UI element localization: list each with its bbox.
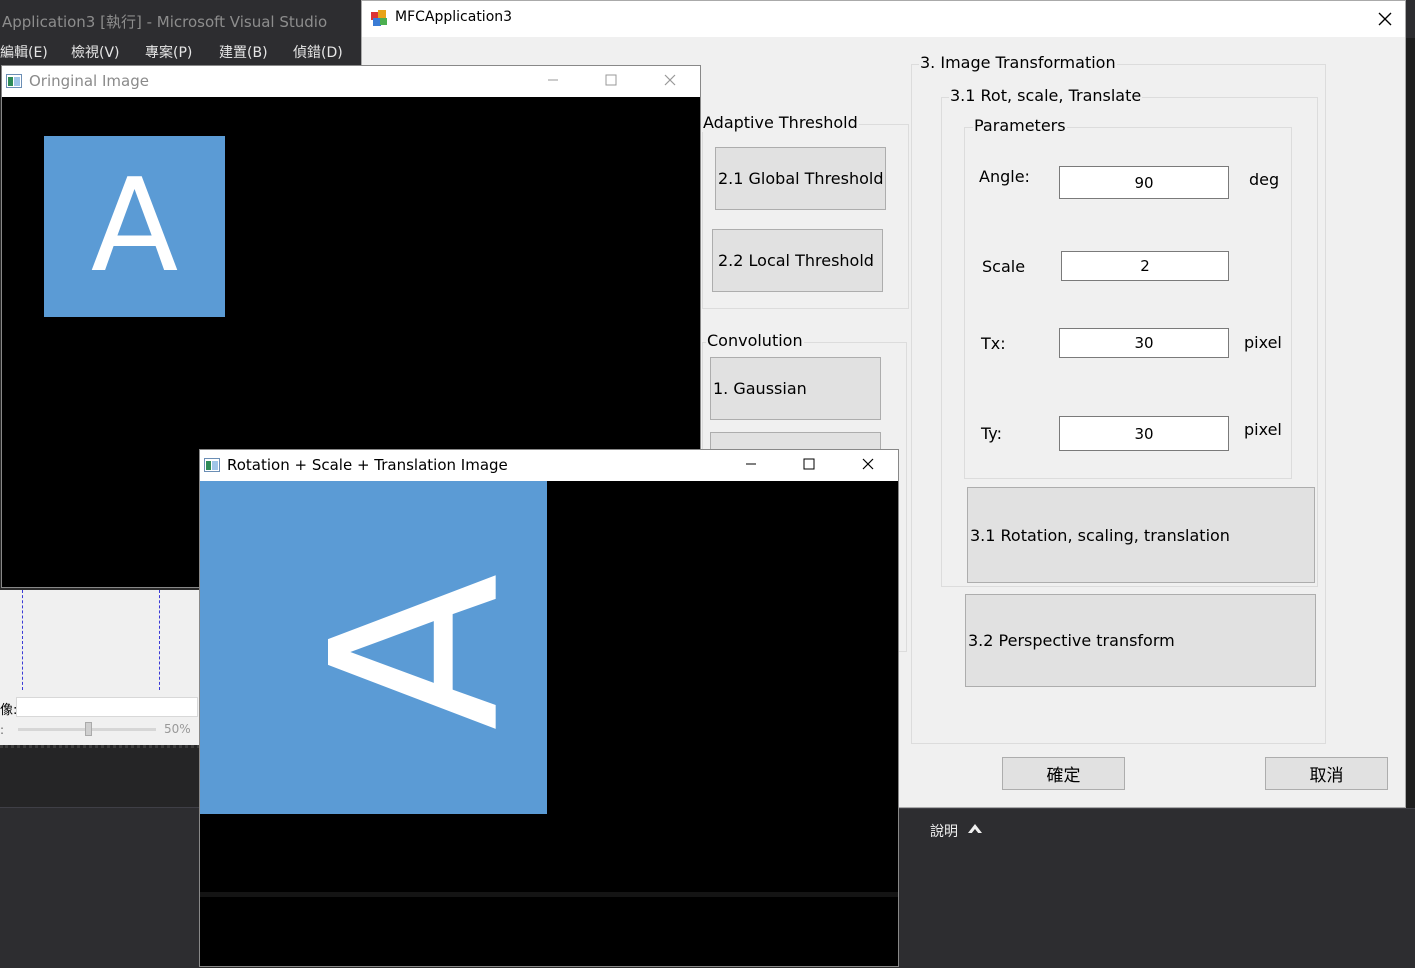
rotated-glyph-holder: A	[200, 481, 548, 814]
menu-view[interactable]: 檢視(V)	[71, 42, 120, 62]
local-threshold-button[interactable]: 2.2 Local Threshold	[712, 229, 883, 292]
ty-input[interactable]: 30	[1059, 416, 1229, 451]
ty-unit: pixel	[1244, 420, 1282, 439]
angle-unit: deg	[1249, 170, 1280, 189]
minimize-icon[interactable]	[538, 67, 568, 93]
menu-project[interactable]: 專案(P)	[145, 42, 192, 62]
angle-label: Angle:	[979, 167, 1030, 186]
help-tab[interactable]: 說明	[930, 821, 958, 841]
guide-line	[22, 590, 23, 690]
zoom-value: 50%	[164, 722, 191, 736]
vs-right-edge	[1406, 38, 1415, 808]
property-field[interactable]	[16, 697, 198, 717]
image-divider	[200, 892, 898, 897]
adaptive-threshold-caption: Adaptive Threshold	[702, 113, 859, 132]
original-image: A	[44, 136, 225, 317]
rst-window-title: Rotation + Scale + Translation Image	[227, 456, 508, 474]
property-label: 像:	[0, 703, 18, 718]
zoom-slider-thumb[interactable]	[85, 722, 92, 736]
tx-label: Tx:	[981, 334, 1006, 353]
close-icon[interactable]	[655, 67, 685, 93]
parameters-caption: Parameters	[973, 116, 1067, 135]
scale-input[interactable]: 2	[1061, 251, 1229, 281]
zoom-label: :	[0, 723, 5, 737]
tx-input[interactable]: 30	[1059, 328, 1229, 358]
image-transformation-caption: 3. Image Transformation	[919, 53, 1117, 72]
dialog-titlebar[interactable]	[362, 1, 1405, 37]
global-threshold-button[interactable]: 2.1 Global Threshold	[715, 147, 886, 210]
rst-image: A	[200, 481, 547, 814]
perspective-transform-button[interactable]: 3.2 Perspective transform	[965, 594, 1316, 687]
maximize-icon[interactable]	[596, 67, 626, 93]
ty-label: Ty:	[981, 424, 1002, 443]
menu-build[interactable]: 建置(B)	[219, 42, 268, 62]
tx-unit: pixel	[1244, 333, 1282, 352]
close-icon[interactable]	[1370, 6, 1400, 32]
dialog-title: MFCApplication3	[395, 9, 513, 25]
rotation-scaling-translation-button[interactable]: 3.1 Rotation, scaling, translation	[967, 487, 1315, 583]
menu-debug[interactable]: 偵錯(D)	[293, 42, 343, 62]
gaussian-button[interactable]: 1. Gaussian	[710, 357, 881, 420]
rotated-letter-a-glyph: A	[283, 572, 548, 731]
guide-line	[159, 590, 160, 690]
scale-label: Scale	[982, 257, 1026, 276]
original-window-title: Oringinal Image	[29, 72, 149, 90]
minimize-icon[interactable]	[736, 451, 766, 477]
window-icon	[6, 74, 22, 88]
mfc-app-icon	[371, 10, 387, 26]
ok-button[interactable]: 確定	[1002, 757, 1125, 790]
rot-scale-translate-caption: 3.1 Rot, scale, Translate	[949, 86, 1143, 105]
vs-bottom-panel	[0, 807, 200, 968]
letter-a-glyph: A	[90, 151, 179, 301]
cancel-button[interactable]: 取消	[1265, 757, 1388, 790]
close-icon[interactable]	[853, 451, 883, 477]
chevron-up-icon-inner	[971, 829, 979, 834]
angle-input[interactable]: 90	[1059, 166, 1229, 199]
menu-edit[interactable]: 編輯(E)	[0, 42, 48, 62]
window-icon	[204, 458, 220, 472]
vs-window-title: Application3 [執行] - Microsoft Visual Stu…	[2, 13, 328, 31]
vs-panel-splitter[interactable]	[0, 745, 200, 807]
convolution-caption: Convolution	[706, 331, 804, 350]
maximize-icon[interactable]	[794, 451, 824, 477]
